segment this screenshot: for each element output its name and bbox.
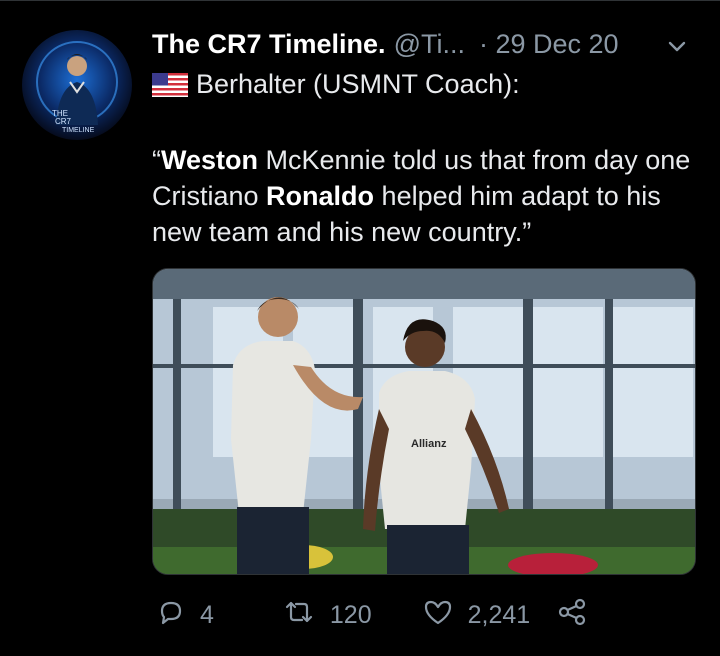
like-button[interactable]: 2,241 (422, 597, 531, 634)
reply-count: 4 (200, 600, 214, 629)
reply-icon (156, 597, 186, 634)
avatar-text-2: CR7 (55, 117, 72, 126)
retweet-icon (282, 597, 316, 634)
tweet-photo[interactable]: Allianz (152, 268, 696, 575)
avatar[interactable]: THE CR7 TIMELINE (22, 30, 132, 140)
like-count: 2,241 (467, 600, 531, 629)
retweet-button[interactable]: 120 (282, 597, 372, 634)
shirt-sponsor-text: Allianz (411, 438, 447, 450)
bold-name-1: Weston (161, 145, 259, 175)
tweet-actions: 4 120 2,241 (152, 592, 692, 638)
bold-name-2: Ronaldo (266, 181, 375, 211)
retweet-count: 120 (329, 600, 372, 629)
top-divider (0, 0, 720, 1)
author-handle[interactable]: @Ti... (394, 29, 465, 60)
tweet-text: Berhalter (USMNT Coach): “Weston McKenni… (152, 62, 692, 250)
heart-icon (422, 597, 454, 634)
avatar-text-3: TIMELINE (62, 127, 95, 134)
tweet-header: The CR7 Timeline. @Ti... · 29 Dec 20 (152, 22, 702, 66)
author-name[interactable]: The CR7 Timeline. (152, 29, 386, 60)
chevron-down-icon[interactable] (664, 34, 690, 65)
tweet-date[interactable]: · 29 Dec 20 (479, 29, 619, 60)
reply-button[interactable]: 4 (156, 597, 214, 634)
share-button[interactable] (556, 597, 588, 634)
us-flag-icon (152, 70, 188, 106)
tweet-line-1: Berhalter (USMNT Coach): (196, 69, 520, 99)
quote-open: “ (152, 145, 161, 175)
share-icon (556, 597, 588, 634)
